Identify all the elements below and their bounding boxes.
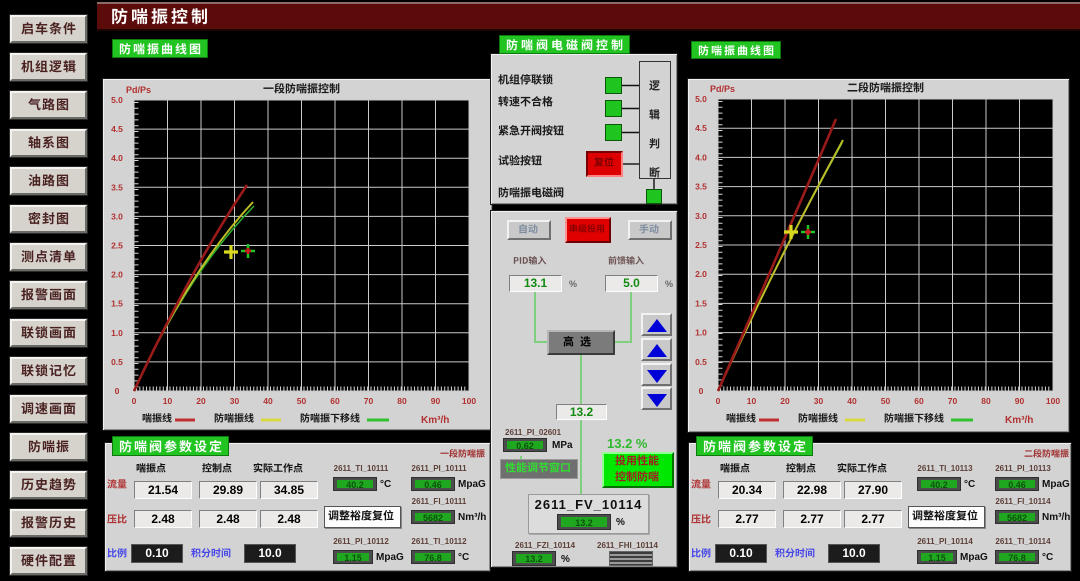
svg-text:90: 90 — [1015, 396, 1025, 406]
svg-text:Km³/h: Km³/h — [421, 415, 449, 426]
svg-text:3.5: 3.5 — [111, 182, 123, 192]
svg-text:3.5: 3.5 — [695, 182, 707, 192]
svg-text:2.5: 2.5 — [111, 241, 123, 251]
svg-text:1.0: 1.0 — [111, 328, 123, 338]
svg-text:2.5: 2.5 — [695, 240, 707, 250]
svg-text:100: 100 — [1046, 396, 1060, 406]
svg-text:0.5: 0.5 — [111, 357, 123, 367]
svg-text:30: 30 — [814, 396, 824, 406]
svg-text:50: 50 — [881, 396, 891, 406]
svg-text:0: 0 — [132, 396, 137, 406]
svg-text:40: 40 — [847, 396, 857, 406]
svg-text:4.5: 4.5 — [695, 123, 707, 133]
svg-text:70: 70 — [364, 396, 374, 406]
svg-text:4.0: 4.0 — [111, 153, 123, 163]
svg-text:70: 70 — [948, 396, 958, 406]
svg-text:90: 90 — [431, 396, 441, 406]
svg-text:10: 10 — [163, 396, 173, 406]
svg-text:1.5: 1.5 — [111, 299, 123, 309]
svg-text:0: 0 — [716, 396, 721, 406]
svg-text:1.0: 1.0 — [695, 328, 707, 338]
svg-text:2.0: 2.0 — [695, 269, 707, 279]
svg-text:4.0: 4.0 — [695, 152, 707, 162]
svg-text:0: 0 — [699, 386, 704, 396]
svg-text:0: 0 — [115, 386, 120, 396]
svg-text:0.5: 0.5 — [695, 357, 707, 367]
svg-text:3.0: 3.0 — [111, 211, 123, 221]
svg-text:80: 80 — [981, 396, 991, 406]
svg-text:30: 30 — [230, 396, 240, 406]
svg-text:1.5: 1.5 — [695, 298, 707, 308]
svg-text:5.0: 5.0 — [111, 95, 123, 105]
svg-text:20: 20 — [780, 396, 790, 406]
svg-text:Km³/h: Km³/h — [1005, 415, 1033, 426]
svg-text:60: 60 — [914, 396, 924, 406]
svg-text:Pd/Ps: Pd/Ps — [126, 85, 151, 95]
svg-text:2.0: 2.0 — [111, 270, 123, 280]
svg-text:40: 40 — [263, 396, 273, 406]
svg-text:60: 60 — [330, 396, 340, 406]
svg-text:50: 50 — [297, 396, 307, 406]
svg-text:4.5: 4.5 — [111, 124, 123, 134]
svg-text:100: 100 — [462, 396, 476, 406]
svg-text:10: 10 — [747, 396, 757, 406]
svg-text:Pd/Ps: Pd/Ps — [710, 84, 735, 94]
svg-text:20: 20 — [196, 396, 206, 406]
svg-text:5.0: 5.0 — [695, 94, 707, 104]
svg-text:3.0: 3.0 — [695, 211, 707, 221]
svg-text:80: 80 — [397, 396, 407, 406]
